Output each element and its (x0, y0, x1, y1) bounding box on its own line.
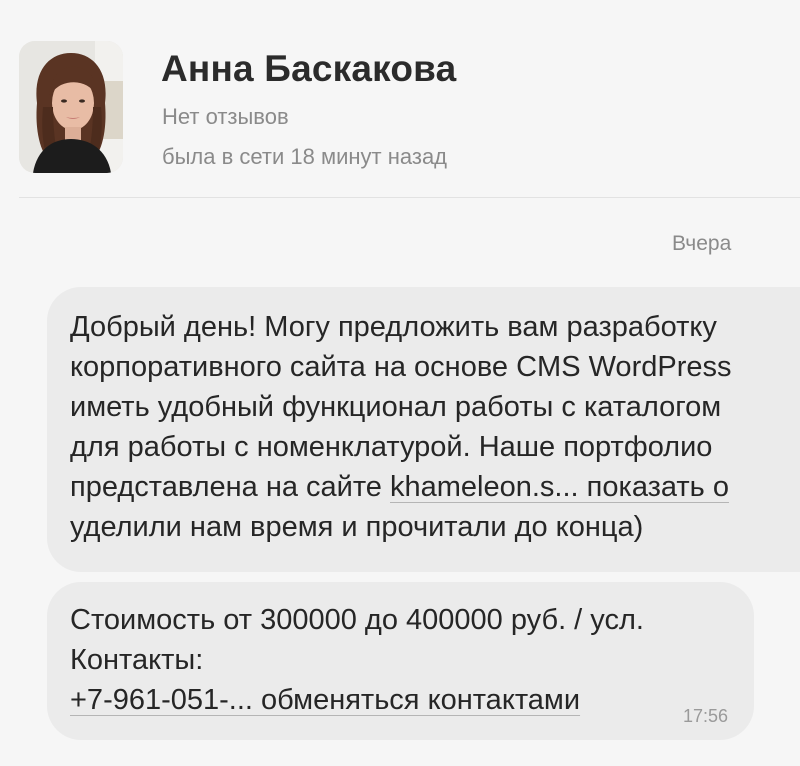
message-line: Контакты: (70, 644, 204, 676)
message-line: корпоративного сайта на основе CMS WordP… (70, 351, 732, 383)
message-line: Добрый день! Могу предложить вам разрабо… (70, 311, 717, 343)
message-bubble: Добрый день! Могу предложить вам разрабо… (47, 287, 800, 572)
message-line-with-link: представлена на сайте khameleon.s... пок… (70, 469, 729, 505)
user-photo-icon (19, 41, 123, 173)
date-separator: Вчера (672, 232, 732, 255)
header-divider (19, 197, 800, 198)
last-seen-status: была в сети 18 минут назад (162, 144, 448, 169)
reviews-status: Нет отзывов (162, 104, 289, 129)
message-text: представлена на сайте (70, 471, 390, 503)
message-line: уделили нам время и прочитали до конца) (70, 511, 644, 543)
website-link[interactable]: khameleon.s... показать о (390, 471, 729, 503)
chat-header: Анна Баскакова Нет отзывов была в сети 1… (0, 0, 800, 198)
message-line: Стоимость от 300000 до 400000 руб. / усл… (70, 604, 644, 636)
exchange-contacts-link[interactable]: +7-961-051-... обменяться контактами (70, 684, 580, 716)
message-bubble: Стоимость от 300000 до 400000 руб. / усл… (47, 582, 754, 740)
message-timestamp: 17:56 (683, 706, 729, 726)
message-line: иметь удобный функционал работы с катало… (70, 391, 722, 423)
message-line: для работы с номенклатурой. Наше портфол… (70, 431, 713, 463)
contacts-link[interactable]: +7-961-051-... обменяться контактами (70, 682, 580, 718)
avatar[interactable] (19, 41, 123, 173)
contact-name[interactable]: Анна Баскакова (161, 48, 456, 90)
